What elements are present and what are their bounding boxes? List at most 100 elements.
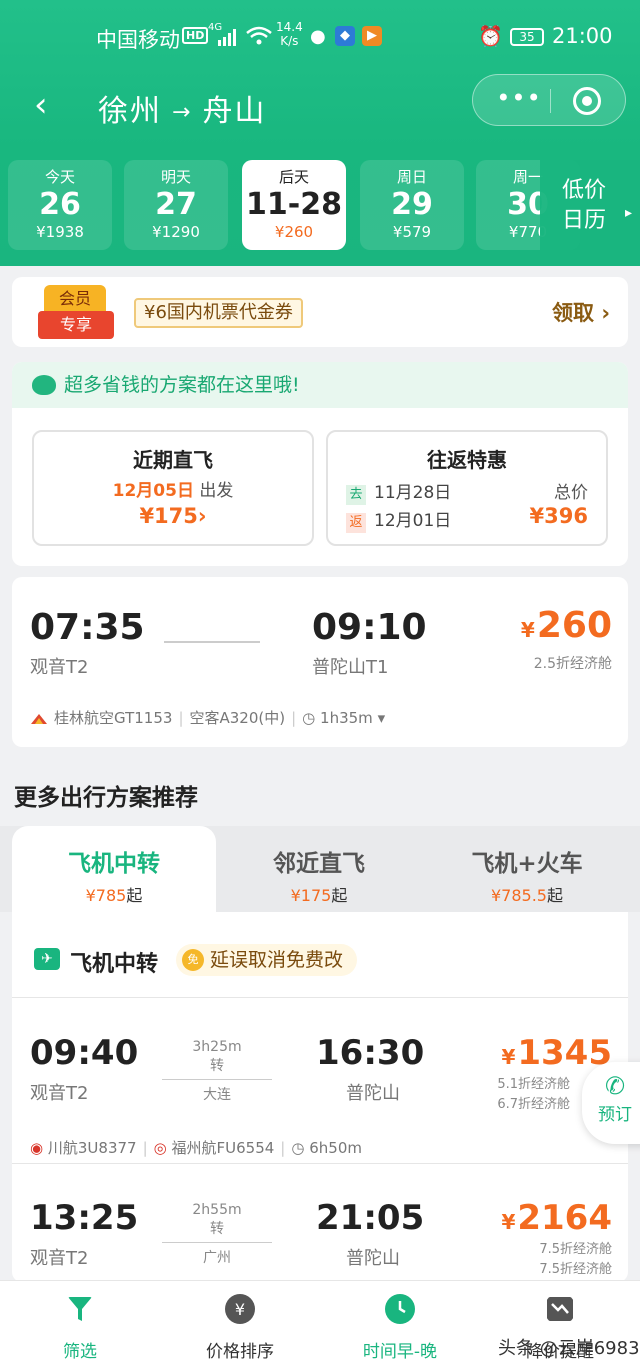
time-sort-button[interactable]: 时间早-晚 [320, 1293, 480, 1362]
destination-city: 舟山 [202, 94, 267, 129]
fare-class: 5.1折经济舱 6.7折经济舱 [497, 1077, 570, 1112]
free-icon: 免 [182, 949, 204, 971]
transfer-section: ✈ 飞机中转 免延误取消免费改 09:40 观音T2 3h25m 转 大连 16… [12, 912, 628, 1282]
price-sort-button[interactable]: ¥ 价格排序 [160, 1293, 320, 1362]
price-sort-label: 价格排序 [206, 1342, 274, 1362]
direct-flight-plan[interactable]: 近期直飞 12月05日 出发 ¥175› [32, 430, 314, 546]
airline-name: 桂林航空GT1153 [54, 709, 173, 727]
departure-time: 07:35 [30, 607, 145, 648]
flight-duration: 1h35m [320, 709, 373, 727]
savings-banner: 超多省钱的方案都在这里哦! [12, 362, 628, 408]
date-price: ¥260 [274, 223, 314, 241]
clock-time: 21:00 [552, 24, 613, 48]
tab-plane-train[interactable]: 飞机+火车 ¥785.5起 [422, 826, 632, 912]
book-button[interactable]: ✆ 预订 [582, 1062, 640, 1144]
transfer-info: 3h25m 转 大连 [162, 1039, 272, 1104]
route-arrow: → [172, 100, 193, 125]
chevron-down-icon[interactable]: ▾ [378, 709, 386, 727]
claim-button[interactable]: 领取 › [552, 297, 610, 327]
network-speed: 14.4 K/s [276, 20, 303, 48]
date-price: ¥1938 [36, 223, 84, 241]
wifi-icon [246, 26, 272, 45]
arrival-time: 09:10 [312, 607, 427, 648]
svg-text:¥: ¥ [235, 1300, 245, 1319]
date-card[interactable]: 周日 29 ¥579 [360, 160, 464, 250]
flight-card[interactable]: 07:35 观音T2 09:10 普陀山T1 ¥260 2.5折经济舱 桂林航空… [12, 577, 628, 747]
tab-label: 邻近直飞 [273, 851, 365, 877]
alarm-icon: ⏰ [478, 24, 503, 48]
filter-label: 筛选 [63, 1342, 97, 1362]
transfer-header: ✈ 飞机中转 免延误取消免费改 [12, 912, 628, 998]
airline-logo-icon [31, 713, 47, 724]
tab-transfer[interactable]: 飞机中转 ¥785起 [12, 826, 216, 912]
arrival-time: 21:05 [316, 1198, 425, 1238]
tab-nearby-direct[interactable]: 邻近直飞 ¥175起 [216, 826, 422, 912]
back-icon[interactable]: ‹ [34, 88, 64, 122]
date-day: 11-28 [246, 187, 342, 222]
more-options-title: 更多出行方案推荐 [14, 785, 198, 811]
date-weekday: 后天 [278, 168, 309, 186]
yen-icon: ¥ [225, 1294, 255, 1324]
departure-time: 09:40 [30, 1033, 139, 1073]
header: 中国移动 HD 4G 14.4 K/s ● ◆ ▶ ⏰ 35 21:00 ‹ 徐州… [0, 0, 640, 266]
target-close-icon[interactable] [573, 87, 601, 115]
transfer-title: 飞机中转 [70, 952, 159, 977]
origin-city: 徐州 [98, 94, 162, 129]
chevron-right-icon: › [601, 301, 610, 325]
date-card-selected[interactable]: 后天 11-28 ¥260 [242, 160, 346, 250]
arrival-time: 16:30 [316, 1033, 425, 1073]
date-day: 26 [39, 187, 81, 222]
tab-price: ¥175起 [290, 886, 348, 905]
date-day: 27 [155, 187, 197, 222]
transfer-flight-row[interactable]: 09:40 观音T2 3h25m 转 大连 16:30 普陀山 ¥1345 5.… [12, 999, 628, 1163]
carrier-name: 中国移动 [96, 28, 180, 52]
app-notification-icon: ◆ [335, 26, 355, 46]
app-notification-icon: ▶ [362, 26, 382, 46]
tab-price: ¥785起 [85, 886, 143, 905]
date-day: 29 [391, 187, 433, 222]
plan-date: 12月05日 出发 [112, 481, 234, 501]
fare-class: 2.5折经济舱 [533, 656, 612, 672]
go-tag: 去 [346, 485, 366, 505]
option-tabs: 飞机中转 ¥785起 邻近直飞 ¥175起 飞机+火车 ¥785.5起 [0, 826, 640, 912]
miniprogram-capsule: ••• [472, 74, 626, 126]
airline-logo-icon: ◉ [30, 1139, 44, 1157]
flight-price: ¥2164 [501, 1198, 612, 1238]
piggy-bank-icon [32, 375, 56, 395]
date-weekday: 明天 [160, 168, 191, 186]
coupon-banner[interactable]: 会员 专享 ¥6国内机票代金券 领取 › [12, 277, 628, 347]
plane-icon: ✈ [34, 948, 60, 970]
clock-icon: ◷ [302, 709, 316, 727]
flight-price: ¥260 [520, 605, 612, 646]
trend-down-icon [547, 1297, 573, 1321]
hd-badge: HD [182, 27, 209, 44]
chevron-right-icon: ▸ [624, 205, 632, 221]
date-weekday: 周日 [396, 168, 427, 186]
plan-price: ¥175› [139, 504, 207, 528]
tab-label: 飞机中转 [68, 851, 160, 877]
more-dots-icon[interactable]: ••• [491, 86, 547, 113]
transfer-flight-row[interactable]: 13:25 观音T2 2h55m 转 广州 21:05 普陀山 ¥2164 7.… [12, 1163, 628, 1282]
date-weekday: 今天 [44, 168, 75, 186]
filter-icon [68, 1297, 92, 1321]
arrival-airport: 普陀山T1 [312, 657, 389, 678]
date-card[interactable]: 明天 27 ¥1290 [124, 160, 228, 250]
departure-airport: 观音T2 [30, 1083, 89, 1104]
watermark: 头条 @云岸6983 [498, 1338, 640, 1359]
total-price: ¥396 [529, 504, 588, 528]
arrival-airport: 普陀山 [346, 1248, 400, 1269]
flight-info: ◉ 川航3U8377 | ◎ 福州航FU6554 | ◷ 6h50m [30, 1139, 362, 1157]
chevron-right-icon: › [197, 504, 207, 528]
filter-button[interactable]: 筛选 [0, 1293, 160, 1362]
clock-icon [385, 1294, 415, 1324]
plan-title: 近期直飞 [133, 448, 213, 472]
airline-logo-icon: ◎ [153, 1139, 167, 1157]
wechat-icon: ● [310, 26, 326, 47]
free-change-badge: 免延误取消免费改 [176, 944, 358, 976]
round-trip-plan[interactable]: 往返特惠 去 11月28日 返 12月01日 总价 ¥396 [326, 430, 608, 546]
date-card[interactable]: 今天 26 ¥1938 [8, 160, 112, 250]
low-price-calendar-button[interactable]: 低价 日历 ▸ [540, 160, 640, 250]
member-badge-bottom: 专享 [38, 311, 114, 339]
fare-class: 7.5折经济舱 7.5折经济舱 [539, 1242, 612, 1277]
tab-price: ¥785.5起 [491, 886, 563, 905]
